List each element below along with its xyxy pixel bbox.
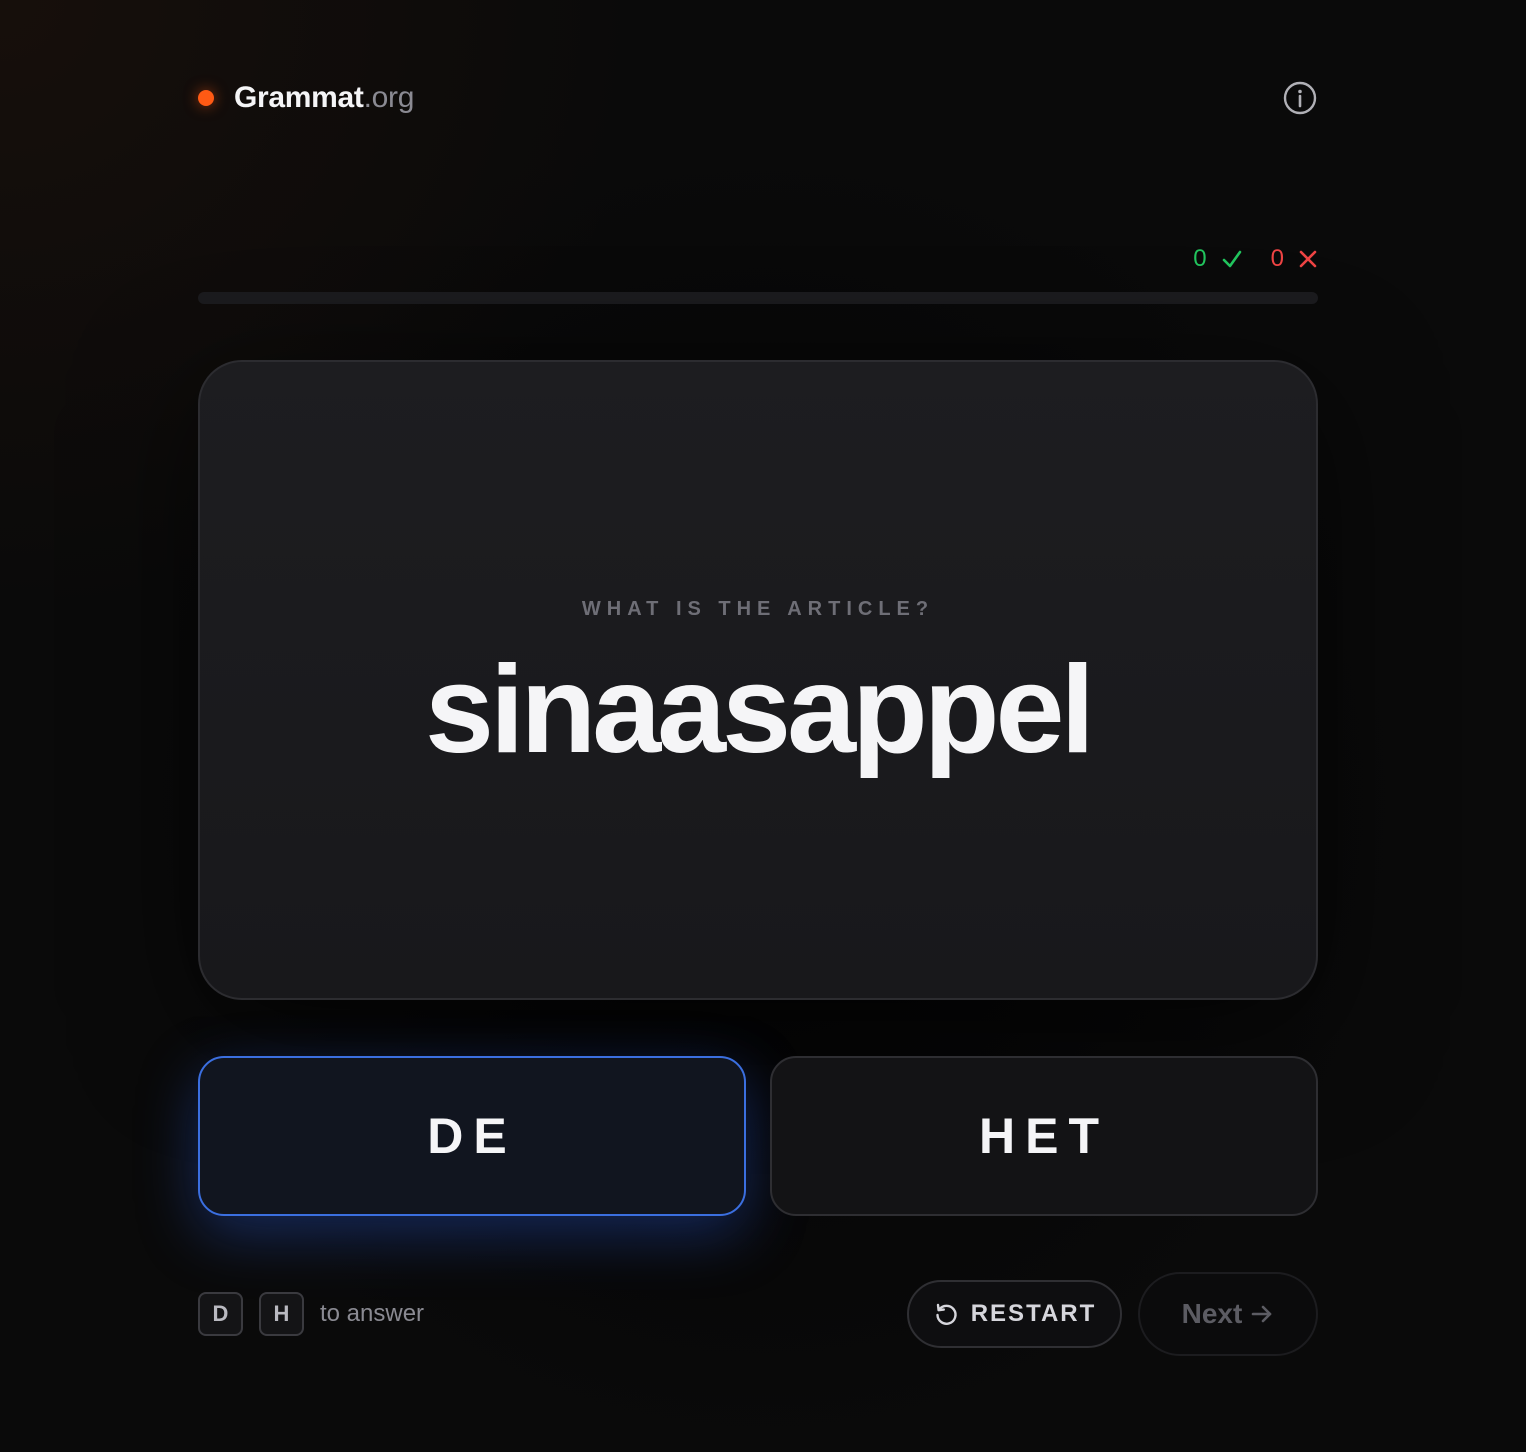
info-icon (1283, 81, 1317, 115)
restart-button[interactable]: RESTART (907, 1280, 1122, 1348)
answer-het-button[interactable]: HET (770, 1056, 1318, 1216)
brand-tld: .org (363, 81, 415, 114)
next-label: Next (1181, 1298, 1243, 1329)
x-icon (1299, 250, 1317, 268)
wrong-count-value: 0 (1270, 245, 1284, 272)
question-word: sinaasappel (425, 641, 1095, 779)
info-button[interactable] (1282, 80, 1318, 116)
brand-logo[interactable]: Grammat .org (198, 78, 414, 118)
question-card: WHAT IS THE ARTICLE? sinaasappel (198, 360, 1318, 1000)
brand-name: Grammat (234, 81, 364, 114)
next-button[interactable]: Next (1138, 1272, 1318, 1356)
correct-count-value: 0 (1193, 245, 1207, 272)
restart-label: RESTART (970, 1300, 1097, 1327)
header: Grammat .org (198, 78, 1318, 118)
correct-count: 0 (1193, 245, 1242, 273)
answer-de-button[interactable]: DE (198, 1056, 746, 1216)
hint-text: to answer (320, 1300, 425, 1327)
score-display: 0 0 (1193, 244, 1318, 274)
arrow-right-icon (1252, 1305, 1272, 1323)
question-prompt: WHAT IS THE ARTICLE? (581, 598, 935, 620)
keyboard-hint: D H to answer (198, 1292, 424, 1336)
key-h: H (259, 1292, 304, 1336)
key-d: D (198, 1292, 243, 1336)
wrong-count: 0 (1271, 245, 1318, 273)
brand-dot-icon (198, 90, 214, 106)
restart-icon (936, 1303, 957, 1325)
progress-bar (198, 292, 1318, 304)
check-icon (1222, 250, 1241, 268)
